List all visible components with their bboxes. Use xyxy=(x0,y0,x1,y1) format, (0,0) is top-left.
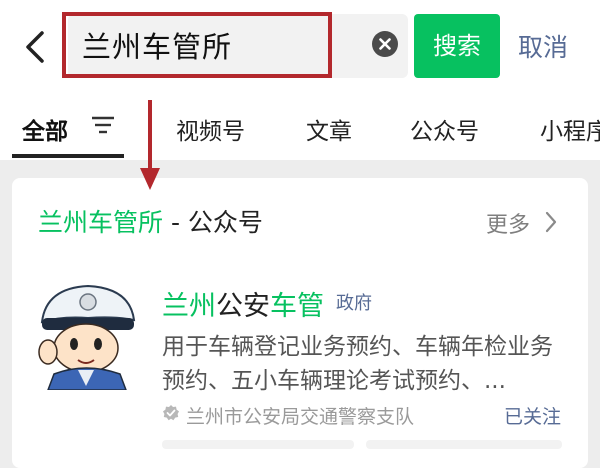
back-arrow-icon[interactable] xyxy=(22,30,48,64)
account-subject: 兰州市公安局交通警察支队 xyxy=(186,406,415,428)
account-description: 用于车辆登记业务预约、车辆年检业务预约、五小车辆理论考试预约、... xyxy=(162,334,553,394)
tab-all[interactable]: 全部 xyxy=(22,112,68,146)
action-button[interactable] xyxy=(162,440,354,449)
tab-articles[interactable]: 文章 xyxy=(306,112,352,146)
annotation-highlight-box xyxy=(62,12,332,78)
cancel-button[interactable]: 取消 xyxy=(518,28,568,64)
chevron-right-icon[interactable] xyxy=(544,210,558,234)
tab-official-accounts[interactable]: 公众号 xyxy=(410,112,479,146)
more-link[interactable]: 更多 xyxy=(486,207,530,239)
action-button[interactable] xyxy=(366,440,562,449)
government-badge: 政府 xyxy=(336,293,372,314)
police-avatar-icon[interactable] xyxy=(34,278,138,390)
tab-mini-programs[interactable]: 小程序 xyxy=(540,112,600,146)
account-name[interactable]: 兰州公安车管 xyxy=(162,284,324,323)
section-title: 兰州车管所 - 公众号 xyxy=(38,208,263,237)
verified-icon xyxy=(163,405,179,421)
follow-status[interactable]: 已关注 xyxy=(504,402,561,429)
search-button[interactable]: 搜索 xyxy=(414,14,500,78)
tab-channels[interactable]: 视频号 xyxy=(176,112,245,146)
filter-icon[interactable] xyxy=(90,114,116,136)
clear-icon[interactable] xyxy=(372,31,398,57)
tab-bar: 全部 视频号 文章 公众号 小程序 xyxy=(0,92,600,160)
active-tab-indicator xyxy=(12,154,124,158)
